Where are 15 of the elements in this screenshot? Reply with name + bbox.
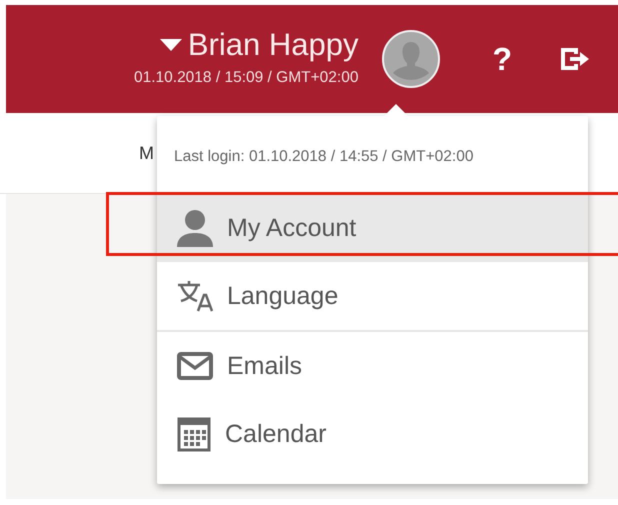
menu-item[interactable]: Emails <box>157 332 588 400</box>
avatar-icon[interactable] <box>382 30 440 88</box>
menu-item[interactable]: Language <box>157 262 588 330</box>
tab-label[interactable]: M <box>139 142 154 164</box>
caret-icon[interactable] <box>160 39 182 51</box>
menu-item[interactable]: My Account <box>157 194 588 262</box>
user-name[interactable]: Brian Happy <box>188 27 358 63</box>
envelope-icon <box>177 352 213 380</box>
menu-item[interactable]: Calendar <box>157 400 588 468</box>
current-datetime: 01.10.2018 / 15:09 / GMT+02:00 <box>134 69 358 87</box>
person-icon <box>177 209 213 247</box>
help-button[interactable]: ? <box>492 40 512 78</box>
last-login-text: Last login: 01.10.2018 / 14:55 / GMT+02:00 <box>173 147 474 167</box>
calendar-icon <box>177 416 211 452</box>
translate-icon <box>177 280 213 312</box>
